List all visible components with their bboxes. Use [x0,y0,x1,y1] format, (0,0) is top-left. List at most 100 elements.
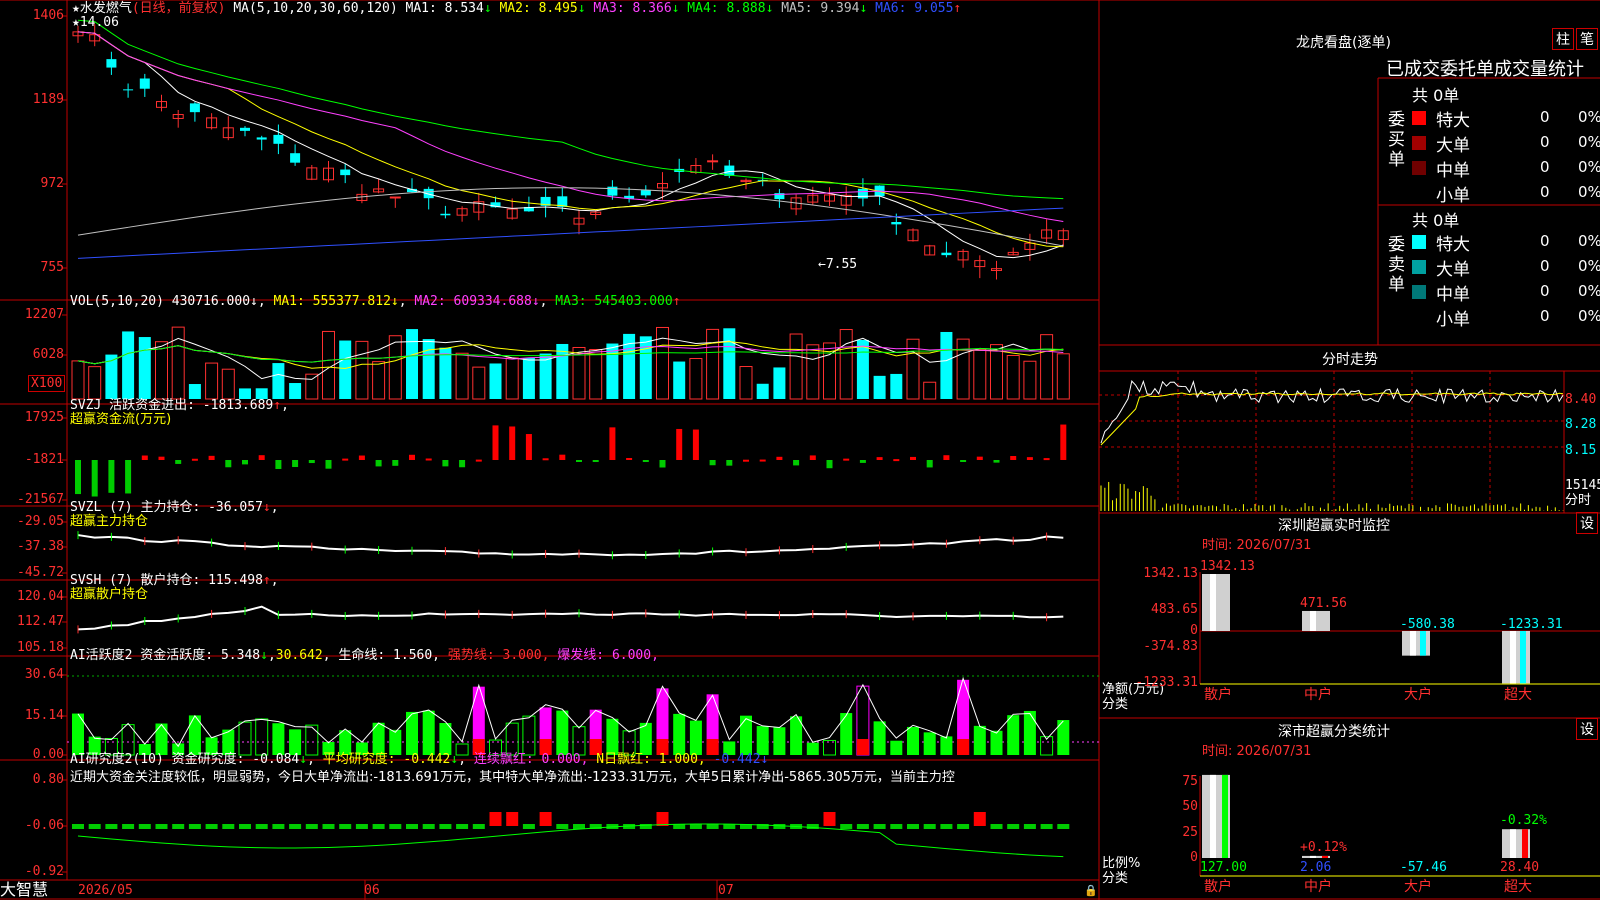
fs-price-2: 8.28 [1565,417,1597,432]
fund-flow-bar [793,460,800,466]
svsh-line[interactable] [77,605,1064,634]
sc-bar-accent [1522,829,1528,858]
fund-flow-bar [859,460,866,463]
ai-activity-bars[interactable] [67,675,1099,756]
sc-bar-value: -57.46 [1400,860,1447,875]
activity-bar [572,726,586,756]
buy-row-pct: 0% [1578,158,1600,176]
activity-bar [556,710,569,755]
research-bar [689,824,702,829]
research-bar [723,824,736,829]
research-bar [155,824,168,829]
fs-price-1: 8.40 [1565,392,1597,407]
fund-flow-bar [1060,424,1067,460]
volume-bar [756,383,769,399]
research-bar [172,824,185,829]
sz-y-tick: -1233.31 [1135,675,1198,691]
sell-row-pct: 0% [1578,232,1600,250]
svzj-subtitle: 超赢资金流(万元) [70,412,172,427]
fund-flow-bar [642,460,649,462]
research-bar [456,824,469,829]
vol-value: 430716.000 [171,294,251,309]
fund-flow-bar [726,460,733,466]
fund-flow-bar [776,456,783,460]
svzj-bars[interactable] [75,424,1067,497]
svsh-subtitle: 超赢散户持仓 [70,587,149,602]
sz-xlabel: 分类 [1102,697,1129,712]
activity-bar [505,722,519,756]
research-bar [773,824,786,829]
volume-bar [1023,360,1037,400]
sz-settings-button[interactable]: 设 [1576,512,1598,534]
candle-body [240,127,250,131]
activity-bar [990,730,1003,755]
research-bar [406,824,418,829]
volume-bar [856,339,869,399]
fund-flow-bar [910,456,916,460]
sz-category: 超大 [1504,687,1532,703]
candle-body [340,169,351,176]
volume-bar [739,366,753,400]
volume-bar [990,344,1003,400]
app-logo[interactable]: 大智慧 [0,880,48,900]
sc-bar-value: 2.06 [1300,860,1332,875]
svzl-line[interactable] [77,531,1064,560]
fs-vol-label: 分时 [1565,493,1592,508]
research-bar [1023,824,1036,829]
sell-row-pct: 0% [1578,307,1600,325]
research-bar [556,824,569,829]
volume-bar [839,329,853,400]
volume-bar [339,340,352,399]
buy-row-pct: 0% [1578,183,1600,201]
y-tick-label: 1189 [32,92,64,107]
ma-label: MA(5,10,20,30,60,120) [233,1,398,16]
volume-bar [773,367,786,399]
volume-bar [789,333,803,400]
intraday-chart[interactable] [1099,371,1564,513]
activity-bar [973,725,986,755]
vol-ma1: MA1: 555377.812 [273,294,391,309]
candle-body [139,78,150,89]
kline-mode[interactable]: (日线，前复权) [132,1,226,16]
sell-group-label: 委卖单 [1388,235,1405,295]
fund-flow-bar [91,460,98,497]
sc-settings-button[interactable]: 设 [1576,718,1598,740]
fund-flow-bar [659,460,666,468]
buy-row-count: 0 [1540,133,1550,151]
research-bar [138,824,151,829]
sc-y-tick: 75 [1182,774,1198,789]
kline-candles[interactable] [72,19,1069,280]
y-tick-label: -0.06 [24,818,64,833]
bar-mode-button[interactable]: 柱 [1552,28,1574,50]
buy-color-swatch [1412,136,1426,150]
pen-mode-button[interactable]: 笔 [1576,28,1598,50]
volume-bars[interactable] [71,326,1070,400]
research-bar [88,824,101,829]
sz-y-tick: 0 [1190,623,1198,638]
research-bar [973,812,986,826]
ai-research-bars[interactable] [72,812,1070,858]
stock-name[interactable]: 水发燃气 [80,1,132,16]
kline-high-label: ★14.06 [72,15,119,30]
research-bar [389,824,402,829]
research-bar [823,812,836,826]
sz-bar-highlight [1410,631,1416,656]
vol-unit-button[interactable]: X100 [28,375,66,392]
sz-bar-label: -1233.31 [1500,617,1563,632]
y-tick-label: -29.05 [17,514,64,529]
volume-bar [606,343,619,399]
y-tick-label: 12207 [24,307,64,322]
activity-bar [873,721,886,755]
lock-icon[interactable]: 🔒 [1084,883,1098,898]
sz-category: 中户 [1304,687,1332,703]
ai1-header: AI活跃度2 资金活跃度: 5.348↓,30.642, 生命线: 1.560,… [70,648,659,663]
fund-flow-bar [559,454,566,460]
ma-value-4: MA4: 8.888↓ [679,1,774,16]
fs-price-3: 8.15 [1565,443,1597,458]
candle-body [273,134,284,144]
research-bar [890,824,903,829]
tab-order-stats[interactable]: 已成交委托单成交量统计 [1386,55,1584,81]
activity-base [957,739,970,755]
fund-flow-bar [509,426,516,460]
sc-ylabel: 比例% [1102,856,1141,871]
